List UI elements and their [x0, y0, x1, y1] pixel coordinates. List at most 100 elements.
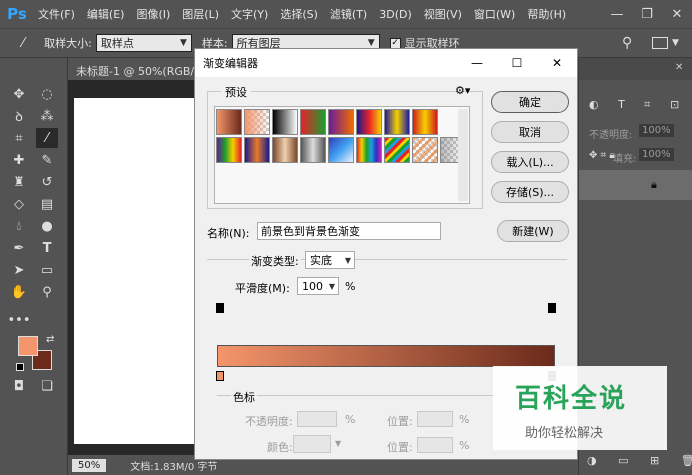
- pen-tool-icon[interactable]: ✒: [8, 238, 30, 258]
- more-tools-icon[interactable]: •••: [8, 310, 31, 330]
- preset-swatch[interactable]: [356, 137, 382, 163]
- menu-window[interactable]: 窗口(W): [468, 6, 521, 22]
- eraser-tool-icon[interactable]: ◇: [8, 194, 30, 214]
- cancel-button[interactable]: 取消: [491, 121, 569, 143]
- menu-select[interactable]: 选择(S): [274, 6, 324, 22]
- clone-stamp-icon[interactable]: ♜: [8, 172, 30, 192]
- new-button[interactable]: 新建(W): [497, 220, 569, 242]
- dodge-tool-icon[interactable]: ●: [36, 216, 58, 236]
- close-icon[interactable]: ✕: [662, 7, 692, 22]
- preset-swatch[interactable]: [244, 109, 270, 135]
- save-button[interactable]: 存储(S)...: [491, 181, 569, 203]
- preset-swatch[interactable]: [356, 109, 382, 135]
- document-tab[interactable]: 未标题-1 @ 50%(RGB/8): [68, 58, 214, 80]
- presets-group: [207, 91, 483, 209]
- history-brush-icon[interactable]: ↺: [36, 172, 58, 192]
- dialog-titlebar: 渐变编辑器 — ☐ ✕: [195, 49, 577, 77]
- brush-tool-icon[interactable]: ✎: [36, 150, 58, 170]
- zoom-field[interactable]: 50%: [72, 458, 107, 472]
- path-select-icon[interactable]: ➤: [8, 260, 30, 280]
- menu-type[interactable]: 文字(Y): [225, 6, 274, 22]
- preset-swatch[interactable]: [272, 137, 298, 163]
- preset-swatch[interactable]: [384, 109, 410, 135]
- menu-file[interactable]: 文件(F): [32, 6, 81, 22]
- rectangle-tool-icon[interactable]: ▭: [36, 260, 58, 280]
- color-field[interactable]: [293, 435, 331, 453]
- default-colors-icon[interactable]: [16, 363, 24, 371]
- quick-mask-icon[interactable]: ◘: [8, 376, 30, 396]
- name-field[interactable]: 前景色到背景色渐变: [257, 222, 441, 240]
- preset-swatch[interactable]: [300, 109, 326, 135]
- fill-value[interactable]: 100%: [639, 148, 674, 161]
- lock-icons[interactable]: ✥ ⌗ 🔒︎: [589, 150, 615, 161]
- type-tool-icon[interactable]: T: [36, 238, 58, 258]
- chevron-down-icon[interactable]: ▼: [672, 38, 679, 48]
- preset-swatch[interactable]: [384, 137, 410, 163]
- menu-help[interactable]: 帮助(H): [521, 6, 572, 22]
- healing-brush-icon[interactable]: ✚: [8, 150, 30, 170]
- zoom-tool-icon[interactable]: ⚲: [36, 282, 58, 302]
- preset-swatch[interactable]: [328, 109, 354, 135]
- sample-size-value: 取样点: [100, 37, 134, 50]
- panel-close-icon[interactable]: ✕: [675, 62, 683, 73]
- menu-3d[interactable]: 3D(D): [373, 8, 418, 21]
- workspace-icon[interactable]: [652, 37, 668, 49]
- preset-swatch[interactable]: [216, 109, 242, 135]
- color-stop-left[interactable]: [216, 371, 224, 381]
- opacity-label: 不透明度:: [245, 415, 293, 428]
- preset-swatch[interactable]: [216, 137, 242, 163]
- presets-scrollbar[interactable]: [458, 109, 468, 201]
- stops-label: 色标: [231, 389, 257, 405]
- minimize-icon[interactable]: —: [602, 7, 632, 22]
- chevron-down-icon: ▼: [344, 255, 351, 265]
- minimize-icon[interactable]: —: [457, 49, 497, 77]
- color-location-field[interactable]: [417, 437, 453, 453]
- gradient-preview-bar[interactable]: [217, 345, 555, 367]
- menu-filter[interactable]: 滤镜(T): [324, 6, 373, 22]
- preset-swatch[interactable]: [244, 137, 270, 163]
- marquee-tool-icon[interactable]: ◌: [36, 84, 58, 104]
- panel-bottom-icons[interactable]: ◑ ▭ ⊞ 🗑︎: [587, 454, 692, 467]
- screen-mode-icon[interactable]: ❏: [36, 376, 58, 396]
- preset-swatch[interactable]: [412, 137, 438, 163]
- canvas[interactable]: [74, 98, 202, 444]
- eyedropper-tool-icon[interactable]: ⁄: [36, 128, 58, 148]
- menu-edit[interactable]: 编辑(E): [81, 6, 131, 22]
- menu-image[interactable]: 图像(I): [130, 6, 176, 22]
- preset-swatch[interactable]: [412, 109, 438, 135]
- preset-swatch[interactable]: [328, 137, 354, 163]
- opacity-field[interactable]: [297, 411, 337, 427]
- hand-tool-icon[interactable]: ✋: [8, 282, 30, 302]
- sample-size-select[interactable]: 取样点 ▼: [95, 34, 192, 52]
- smoothness-unit: %: [345, 280, 356, 293]
- move-tool-icon[interactable]: ✥: [8, 84, 30, 104]
- load-button[interactable]: 载入(L)...: [491, 151, 569, 173]
- layer-row[interactable]: [579, 170, 692, 200]
- eyedropper-icon[interactable]: ⁄: [22, 36, 24, 51]
- blur-tool-icon[interactable]: 💧︎: [8, 216, 30, 236]
- smoothness-field[interactable]: 100 ▼: [297, 277, 339, 295]
- magic-wand-icon[interactable]: ⁂: [36, 106, 58, 126]
- gradient-tool-icon[interactable]: ▤: [36, 194, 58, 214]
- foreground-color-swatch[interactable]: [18, 336, 38, 356]
- gear-icon[interactable]: ⚙▾: [455, 84, 470, 97]
- watermark-logo: 百科全说 助你轻松解决: [493, 366, 667, 450]
- maximize-icon[interactable]: ☐: [497, 49, 537, 77]
- restore-icon[interactable]: ❐: [632, 7, 662, 22]
- crop-tool-icon[interactable]: ⌗: [8, 128, 30, 148]
- ok-button[interactable]: 确定: [491, 91, 569, 113]
- show-ring-checkbox[interactable]: ✓: [389, 37, 401, 49]
- opacity-stop-right[interactable]: [548, 303, 556, 313]
- opacity-stop-left[interactable]: [216, 303, 224, 313]
- menu-layer[interactable]: 图层(L): [176, 6, 225, 22]
- lasso-tool-icon[interactable]: ꝺ: [8, 106, 30, 126]
- menu-view[interactable]: 视图(V): [418, 6, 468, 22]
- swap-colors-icon[interactable]: ⇄: [46, 334, 54, 345]
- opacity-location-field[interactable]: [417, 411, 453, 427]
- opacity-value[interactable]: 100%: [639, 124, 674, 137]
- close-icon[interactable]: ✕: [537, 49, 577, 77]
- gradient-type-select[interactable]: 实底 ▼: [305, 251, 355, 269]
- search-icon[interactable]: ⚲: [622, 35, 632, 51]
- preset-swatch[interactable]: [272, 109, 298, 135]
- preset-swatch[interactable]: [300, 137, 326, 163]
